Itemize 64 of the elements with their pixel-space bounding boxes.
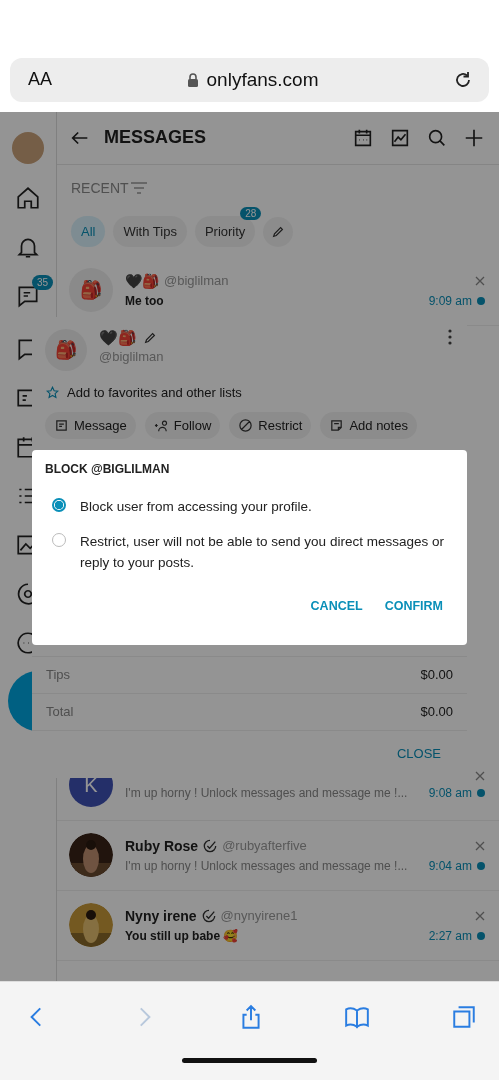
kebab-menu-icon[interactable] — [447, 328, 453, 345]
dialog-button[interactable]: CANCEL — [310, 594, 363, 617]
message-preview: You still up babe 🥰 — [125, 928, 239, 943]
pencil-icon[interactable] — [143, 330, 157, 345]
contact-handle: @biglilman — [164, 273, 229, 289]
dialog-title: BLOCK @BIGLILMAN — [45, 461, 171, 476]
text-size-button[interactable]: AA — [28, 69, 52, 91]
unread-dot — [477, 788, 485, 797]
address-bar[interactable]: AA onlyfans.com — [10, 57, 489, 102]
close-icon[interactable] — [475, 910, 485, 921]
star-icon[interactable] — [46, 385, 59, 399]
tabs-icon[interactable] — [451, 1004, 477, 1031]
message-time: 9:09 am — [428, 293, 472, 308]
unread-badge: 35 — [31, 274, 53, 290]
summary-value: $0.00 — [420, 667, 453, 683]
action-button[interactable]: Message — [45, 411, 136, 439]
message-time: 9:08 am — [428, 785, 472, 800]
count-badge: 28 — [240, 207, 262, 221]
summary-value: $0.00 — [420, 704, 453, 720]
action-button[interactable]: Restrict — [229, 411, 312, 439]
action-button[interactable]: Follow — [144, 411, 221, 439]
message-preview: I'm up horny ! Unlock messages and message me !... — [125, 785, 408, 800]
message-time: 9:04 am — [428, 858, 472, 873]
contact-name: Nyny irene — [125, 907, 197, 924]
close-button[interactable]: CLOSE — [390, 744, 447, 762]
message-preview: I'm up horny ! Unlock messages and message me !... — [125, 858, 408, 873]
contact-handle: @rubyafterfive — [222, 838, 307, 854]
unread-dot — [477, 296, 485, 305]
contact-handle: @nynyirene1 — [220, 908, 298, 924]
option-label: Restrict, user will not be able to send you direct messages or reply to your posts. — [80, 532, 445, 573]
book-icon[interactable] — [344, 1004, 371, 1031]
favorites-link[interactable]: Add to favorites and other lists — [67, 384, 242, 400]
summary-label: Tips — [46, 667, 71, 683]
person-plus-icon — [153, 417, 169, 433]
section-title: RECENT — [71, 179, 129, 196]
summary-label: Total — [46, 704, 74, 720]
contact-name: 🖤🎒 — [125, 272, 159, 289]
radio-button[interactable] — [52, 497, 66, 512]
contact-name: Ruby Rose — [125, 837, 199, 854]
message-time: 2:27 am — [428, 928, 472, 943]
user-avatar: 🎒 — [69, 268, 113, 313]
profile-handle: @biglilman — [99, 348, 164, 364]
note-icon — [329, 417, 345, 433]
profile-name: 🖤🎒 — [99, 328, 137, 347]
dialog-button[interactable]: CONFIRM — [384, 594, 443, 617]
filter-tab[interactable]: Priority — [194, 216, 256, 248]
unread-dot — [477, 861, 485, 870]
lock-icon — [186, 72, 199, 87]
reload-icon[interactable] — [453, 69, 473, 90]
option-label: Block user from accessing your profile. — [80, 497, 312, 516]
message-preview: Me too — [125, 293, 164, 308]
url-text: onlyfans.com — [206, 68, 319, 91]
page-title: MESSAGES — [104, 127, 207, 149]
close-icon[interactable] — [475, 275, 485, 286]
unread-dot — [477, 931, 485, 940]
message-icon — [54, 417, 69, 433]
pencil-icon — [271, 224, 286, 239]
user-avatar: 🎒 — [45, 328, 87, 371]
prohibited-icon — [238, 417, 254, 433]
close-icon[interactable] — [475, 840, 485, 851]
close-icon[interactable] — [475, 770, 485, 781]
filter-tab[interactable]: With Tips — [113, 216, 187, 248]
edit-button[interactable] — [263, 216, 294, 247]
action-button[interactable]: Add notes — [320, 411, 417, 439]
